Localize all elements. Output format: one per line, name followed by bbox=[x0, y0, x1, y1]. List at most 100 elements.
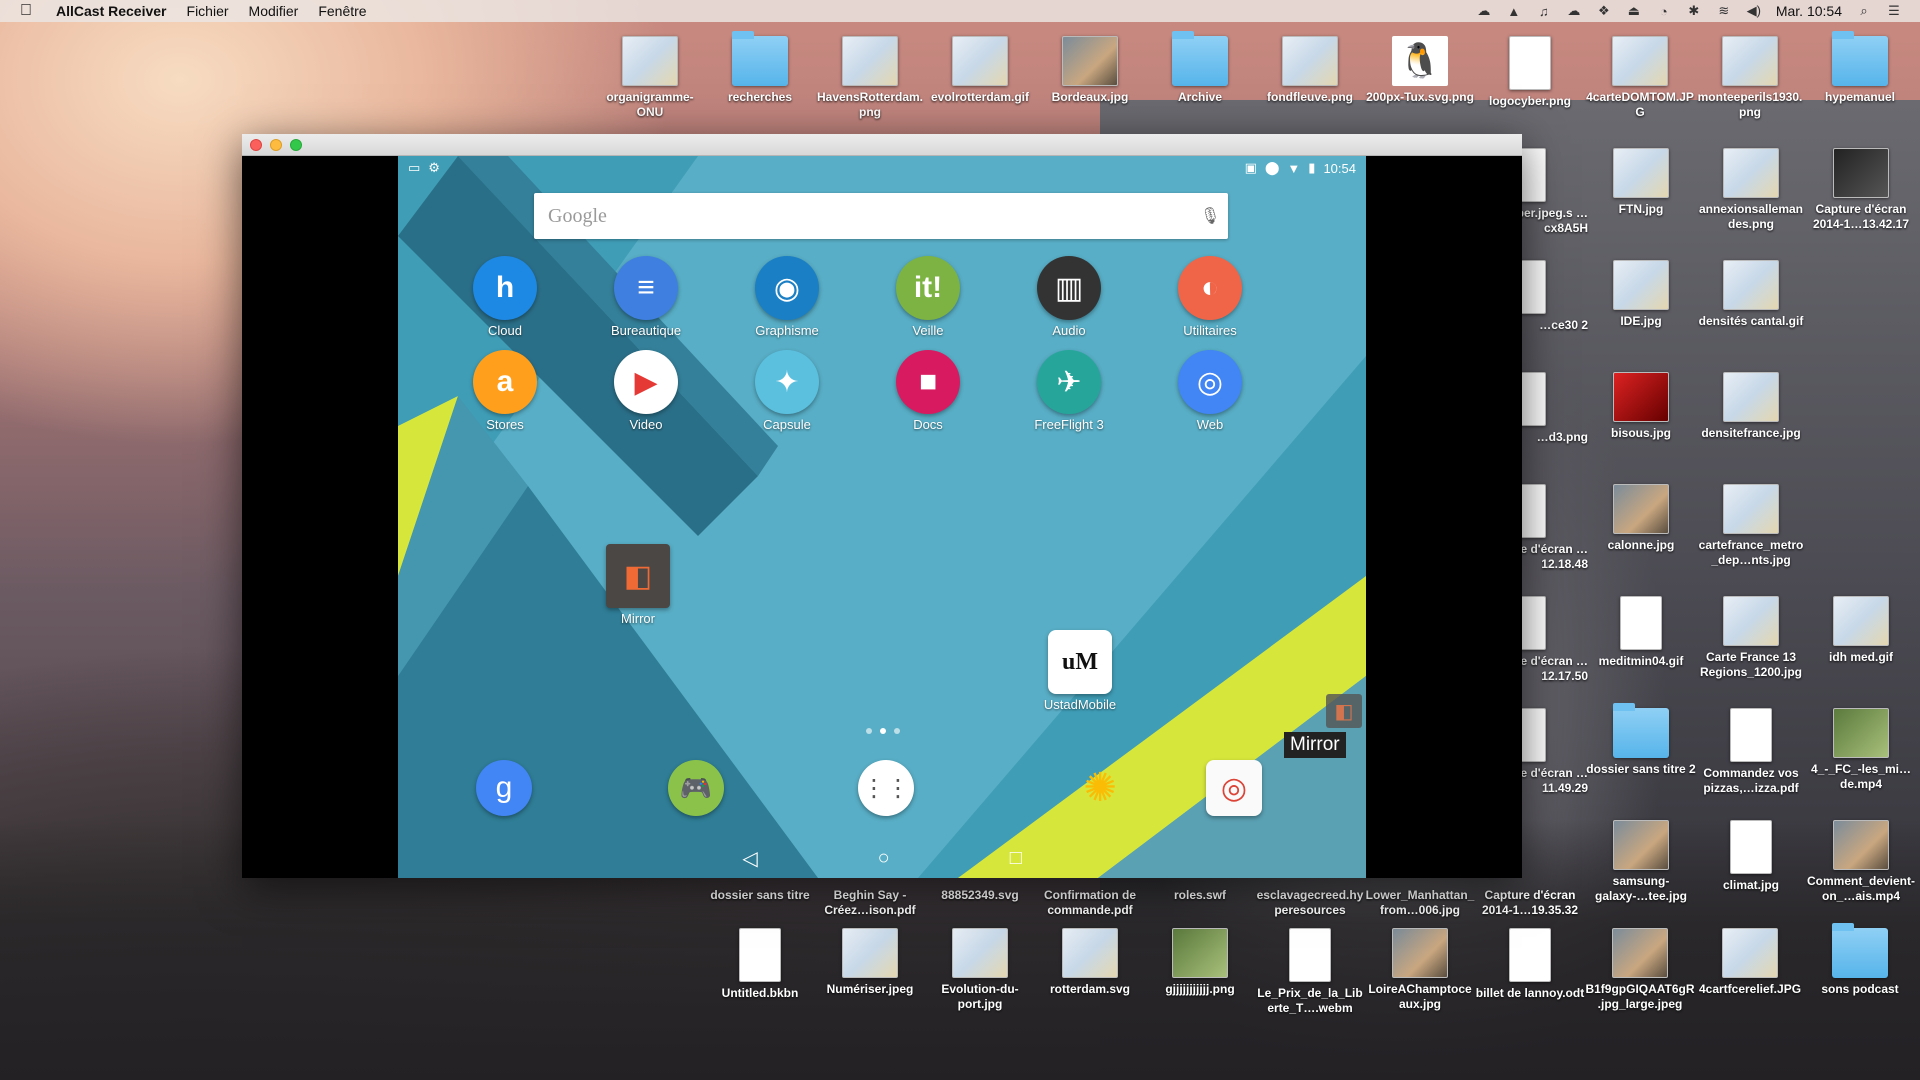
window-titlebar[interactable] bbox=[242, 134, 1522, 156]
app-utilitaires[interactable]: ◐ Utilitaires bbox=[1160, 256, 1260, 338]
desktop-file[interactable]: idh med.gif bbox=[1806, 596, 1916, 665]
minimize-button[interactable] bbox=[270, 138, 282, 151]
eject-icon[interactable]: ⏏ bbox=[1626, 3, 1642, 18]
app-bureautique[interactable]: ≡ Bureautique bbox=[596, 256, 696, 338]
app-cloud[interactable]: h Cloud bbox=[455, 256, 555, 338]
file-label[interactable]: Beghin Say - Créez…ison.pdf bbox=[815, 888, 925, 918]
desktop-file[interactable]: IDE.jpg bbox=[1586, 260, 1696, 329]
dropbox-icon[interactable]: ❖ bbox=[1596, 3, 1612, 18]
cloud-icon[interactable]: ☁ bbox=[1476, 3, 1492, 18]
close-button[interactable] bbox=[250, 138, 262, 151]
desktop-file[interactable]: cartefrance_metro_dep…nts.jpg bbox=[1696, 484, 1806, 568]
app-veille[interactable]: it! Veille bbox=[878, 256, 978, 338]
desktop-file[interactable]: Numériser.jpeg bbox=[815, 928, 925, 997]
desktop-file[interactable]: sons podcast bbox=[1805, 923, 1915, 997]
file-label[interactable]: Capture d'écran 2014-1…19.35.32 bbox=[1475, 888, 1585, 918]
app-freeflight-3[interactable]: ✈ FreeFlight 3 bbox=[1019, 350, 1119, 432]
desktop-file[interactable]: densitefrance.jpg bbox=[1696, 372, 1806, 441]
drive-icon[interactable]: ▲ bbox=[1506, 4, 1522, 19]
desktop-file[interactable]: Capture d'écran 2014-1…13.42.17 bbox=[1806, 148, 1916, 232]
desktop-file[interactable]: LoireAChamptoceaux.jpg bbox=[1365, 928, 1475, 1012]
desktop-file[interactable]: Comment_devient-on_…ais.mp4 bbox=[1806, 820, 1916, 904]
desktop-file[interactable]: fondfleuve.png bbox=[1255, 36, 1365, 105]
desktop-file[interactable]: gjjjjjjjjjjj.png bbox=[1145, 928, 1255, 997]
app-video[interactable]: ▶ Video bbox=[596, 350, 696, 432]
desktop-file[interactable]: Bordeaux.jpg bbox=[1035, 36, 1145, 105]
menu-fichier[interactable]: Fichier bbox=[187, 3, 229, 19]
google-search-bar[interactable]: Google 🎙 bbox=[534, 193, 1228, 239]
dock-games-icon[interactable]: 🎮 bbox=[668, 760, 724, 816]
time-machine-icon[interactable]: ◔ bbox=[1656, 4, 1672, 19]
desktop-file[interactable]: Evolution-du-port.jpg bbox=[925, 928, 1035, 1012]
cast-icon: ▣ bbox=[1244, 160, 1257, 175]
file-label[interactable]: 88852349.svg bbox=[925, 888, 1035, 903]
recents-icon[interactable]: □ bbox=[1010, 847, 1022, 870]
desktop-file[interactable]: logocyber.png bbox=[1475, 36, 1585, 109]
dock-photos-icon[interactable]: ✺ bbox=[1072, 760, 1128, 816]
bluetooth-icon[interactable]: ✱ bbox=[1686, 3, 1702, 18]
app-docs[interactable]: ■ Docs bbox=[878, 350, 978, 432]
apple-icon[interactable]:  bbox=[20, 2, 38, 20]
desktop-file[interactable]: annexionsallemandes.png bbox=[1696, 148, 1806, 232]
home-icon[interactable]: ○ bbox=[878, 847, 890, 870]
file-label[interactable]: roles.swf bbox=[1145, 888, 1255, 903]
microphone-icon[interactable]: 🎙 bbox=[1200, 206, 1220, 226]
wifi-icon[interactable]: ≋ bbox=[1716, 3, 1732, 18]
app-stores[interactable]: a Stores bbox=[455, 350, 555, 432]
desktop-file[interactable]: 4cartfcerelief.JPG bbox=[1695, 928, 1805, 997]
docs-color-icon: ■ bbox=[896, 350, 960, 414]
desktop-file[interactable]: recherches bbox=[705, 31, 815, 105]
desktop-file[interactable]: FTN.jpg bbox=[1586, 148, 1696, 217]
desktop-file[interactable]: Carte France 13 Regions_1200.jpg bbox=[1696, 596, 1806, 680]
desktop-file[interactable]: hypemanuel bbox=[1805, 31, 1915, 105]
desktop-file[interactable]: B1f9gpGIQAAT6gR.jpg_large.jpeg bbox=[1585, 928, 1695, 1012]
spotlight-icon[interactable]: ⌕ bbox=[1856, 3, 1872, 18]
creative-cloud-icon[interactable]: ☁ bbox=[1566, 3, 1582, 18]
desktop-file[interactable]: samsung-galaxy-…tee.jpg bbox=[1586, 820, 1696, 904]
app-mirror[interactable]: ◧ Mirror bbox=[588, 544, 688, 626]
menu-modifier[interactable]: Modifier bbox=[249, 3, 299, 19]
desktop-file[interactable]: 4carteDOMTOM.JPG bbox=[1585, 36, 1695, 120]
app-capsule[interactable]: ✦ Capsule bbox=[737, 350, 837, 432]
desktop-file[interactable]: Untitled.bkbn bbox=[705, 928, 815, 1001]
desktop-file[interactable]: Archive bbox=[1145, 31, 1255, 105]
volume-icon[interactable]: ◀) bbox=[1746, 3, 1762, 18]
zoom-button[interactable] bbox=[290, 138, 302, 151]
menubar-clock[interactable]: Mar. 10:54 bbox=[1776, 3, 1842, 19]
menu-fenetre[interactable]: Fenêtre bbox=[318, 3, 366, 19]
file-label[interactable]: esclavagecreed.hyperesources bbox=[1255, 888, 1365, 918]
desktop-file[interactable]: meditmin04.gif bbox=[1586, 596, 1696, 669]
bell-icon[interactable]: ♫ bbox=[1536, 4, 1552, 19]
desktop-file[interactable]: organigramme-ONU bbox=[595, 36, 705, 120]
notification-center-icon[interactable]: ☰ bbox=[1886, 3, 1902, 18]
desktop-file[interactable]: 🐧 200px-Tux.svg.png bbox=[1365, 36, 1475, 105]
desktop-file[interactable]: climat.jpg bbox=[1696, 820, 1806, 893]
menu-app-name[interactable]: AllCast Receiver bbox=[56, 3, 167, 19]
file-label[interactable]: Lower_Manhattan_from…006.jpg bbox=[1365, 888, 1475, 918]
desktop-file[interactable]: dossier sans titre 2 bbox=[1586, 703, 1696, 777]
desktop-file[interactable]: evolrotterdam.gif bbox=[925, 36, 1035, 105]
desktop-file[interactable]: monteeperils1930.png bbox=[1695, 36, 1805, 120]
dock-google-icon[interactable]: g bbox=[476, 760, 532, 816]
desktop-file[interactable]: bisous.jpg bbox=[1586, 372, 1696, 441]
desktop-file[interactable]: Le_Prix_de_la_Liberte_T….webm bbox=[1255, 928, 1365, 1016]
docs-icon: ≡ bbox=[614, 256, 678, 320]
desktop-file[interactable]: 4_-_FC_-les_mi…de.mp4 bbox=[1806, 708, 1916, 792]
app-web[interactable]: ◎ Web bbox=[1160, 350, 1260, 432]
desktop-file[interactable]: billet de lannoy.odt bbox=[1475, 928, 1585, 1001]
file-thumbnail-icon bbox=[622, 36, 678, 86]
app-graphisme[interactable]: ◉ Graphisme bbox=[737, 256, 837, 338]
dock-camera-icon[interactable]: ◎ bbox=[1206, 760, 1262, 816]
back-icon[interactable]: ◁ bbox=[742, 846, 757, 871]
mirror-drag-icon[interactable]: ◧ bbox=[1326, 694, 1362, 728]
app-audio[interactable]: ▥ Audio bbox=[1019, 256, 1119, 338]
file-label[interactable]: Confirmation de commande.pdf bbox=[1035, 888, 1145, 918]
app-ustadmobile[interactable]: uM UstadMobile bbox=[1030, 630, 1130, 712]
file-label[interactable]: dossier sans titre bbox=[705, 888, 815, 903]
desktop-file[interactable]: rotterdam.svg bbox=[1035, 928, 1145, 997]
desktop-file[interactable]: HavensRotterdam.png bbox=[815, 36, 925, 120]
desktop-file[interactable]: densités cantal.gif bbox=[1696, 260, 1806, 329]
app-drawer-icon[interactable]: ⋮⋮ bbox=[858, 760, 914, 816]
desktop-file[interactable]: calonne.jpg bbox=[1586, 484, 1696, 553]
desktop-file[interactable]: Commandez vos pizzas,…izza.pdf bbox=[1696, 708, 1806, 796]
